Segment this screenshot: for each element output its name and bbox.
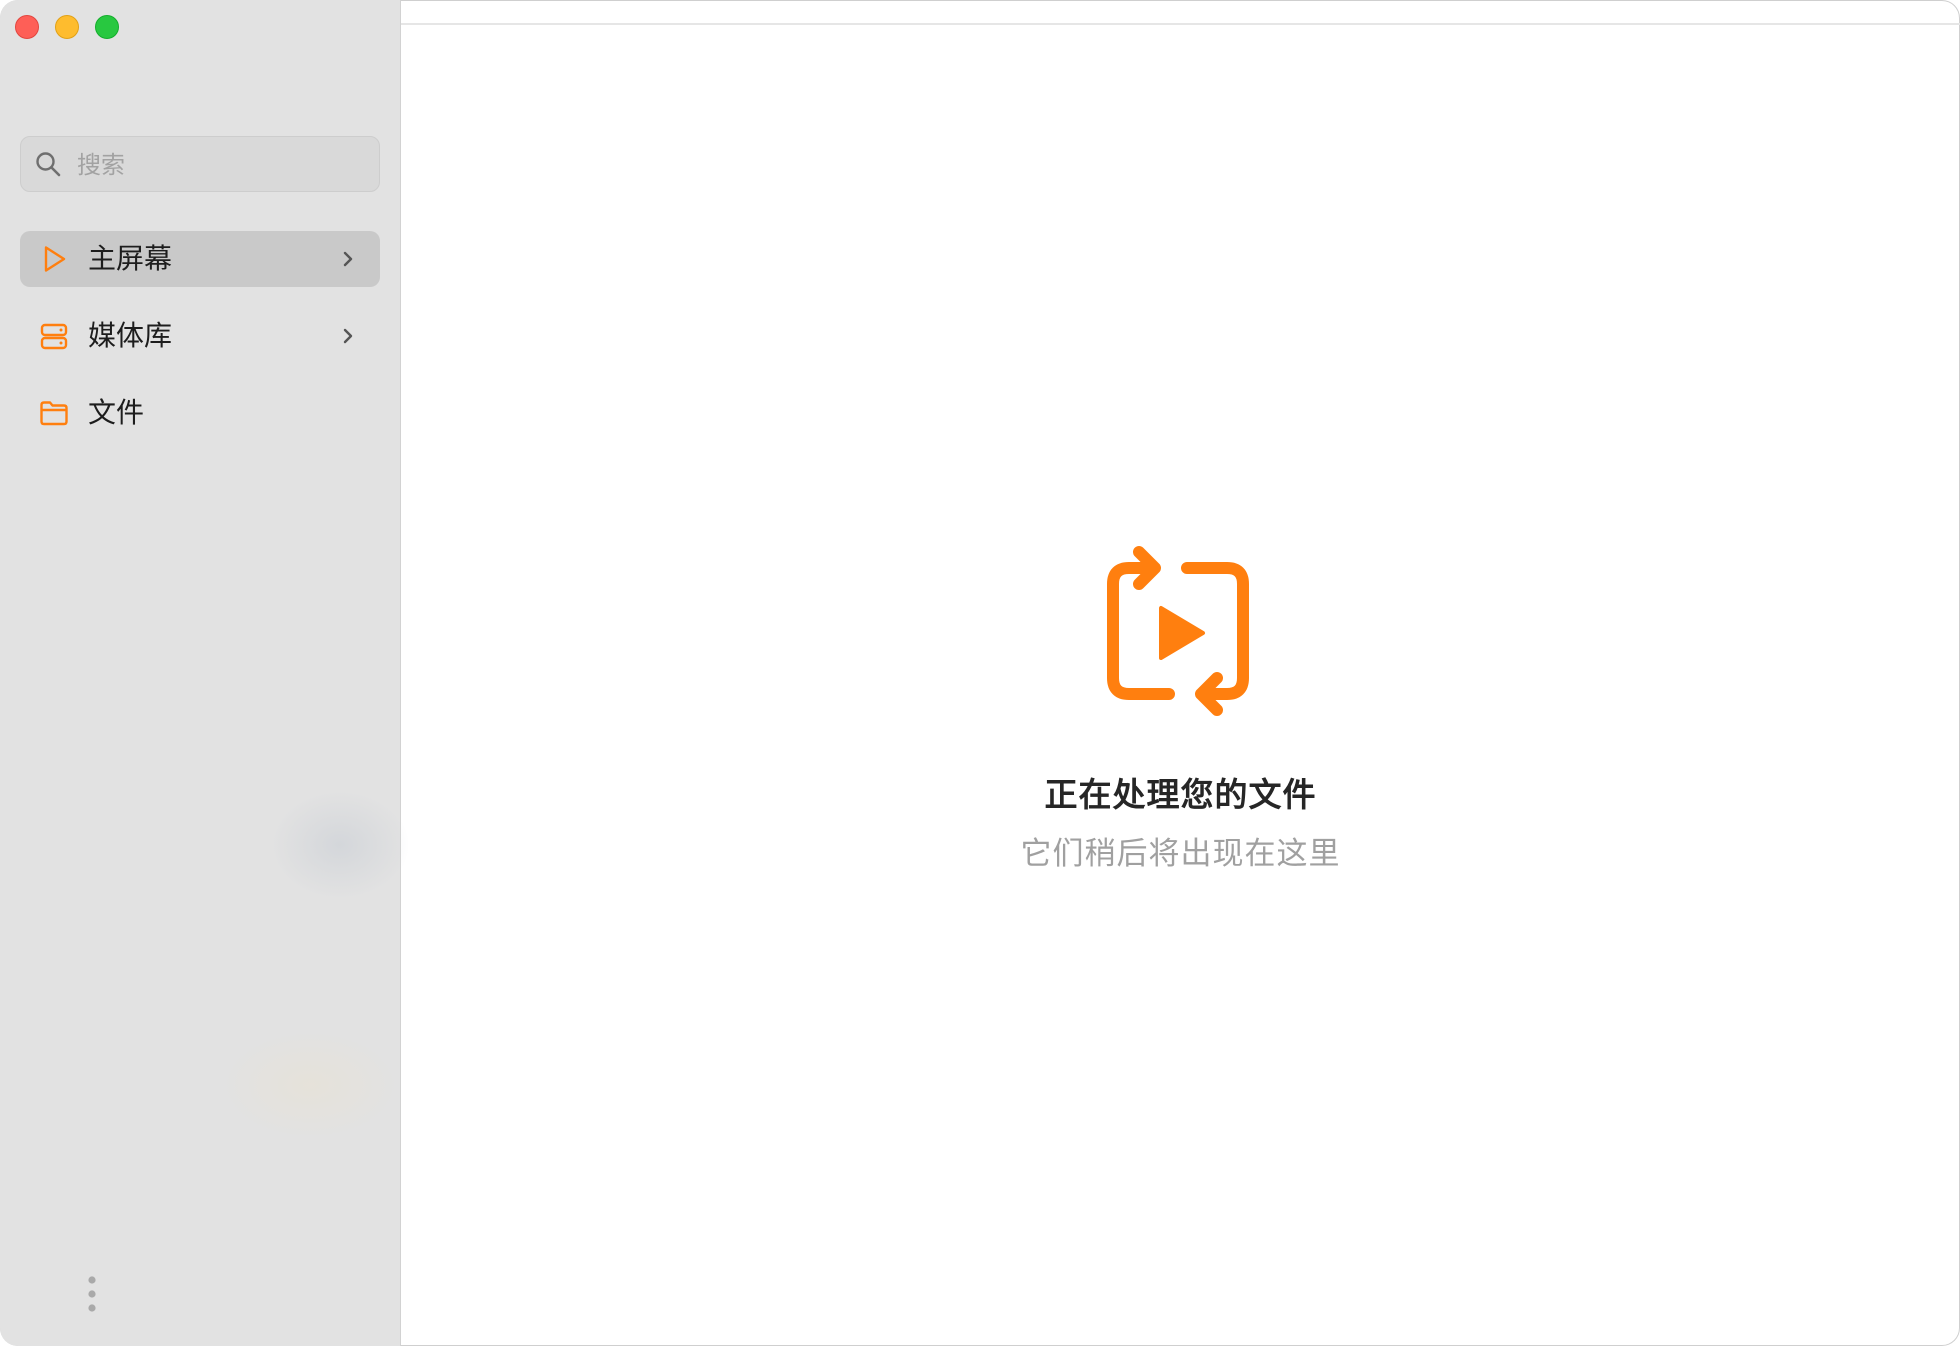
window-close-button[interactable] xyxy=(15,15,39,39)
empty-state: 正在处理您的文件 它们稍后将出现在这里 xyxy=(401,540,1960,873)
sidebar-item-home[interactable]: 主屏幕 xyxy=(20,231,380,287)
app-window: 主屏幕 媒体库 文件 xyxy=(0,0,1960,1346)
empty-state-title: 正在处理您的文件 xyxy=(1044,775,1317,814)
sidebar-item-library[interactable]: 媒体库 xyxy=(20,308,380,364)
play-outline-icon xyxy=(44,246,66,272)
folder-icon xyxy=(40,401,68,426)
sidebar-backdrop-blur xyxy=(220,1030,400,1140)
sidebar-item-label: 主屏幕 xyxy=(88,242,173,275)
sidebar-backdrop-blur xyxy=(270,790,410,900)
toolbar-divider xyxy=(401,23,1960,25)
chevron-right-icon xyxy=(343,328,353,344)
sidebar-item-label: 文件 xyxy=(88,396,145,429)
sidebar-item-label: 媒体库 xyxy=(88,319,173,352)
empty-state-subtitle: 它们稍后将出现在这里 xyxy=(1020,836,1341,872)
server-stack-icon xyxy=(40,323,68,350)
search-input[interactable] xyxy=(75,145,369,185)
window-minimize-button[interactable] xyxy=(55,15,79,39)
chevron-right-icon xyxy=(343,251,353,267)
search-icon xyxy=(36,152,61,177)
play-repeat-icon xyxy=(1106,546,1249,716)
window-maximize-button[interactable] xyxy=(95,15,119,39)
sidebar: 主屏幕 媒体库 文件 xyxy=(0,0,410,1346)
search-field[interactable] xyxy=(20,136,380,192)
sidebar-item-files[interactable]: 文件 xyxy=(20,385,380,441)
more-vertical-icon[interactable] xyxy=(82,1274,102,1314)
